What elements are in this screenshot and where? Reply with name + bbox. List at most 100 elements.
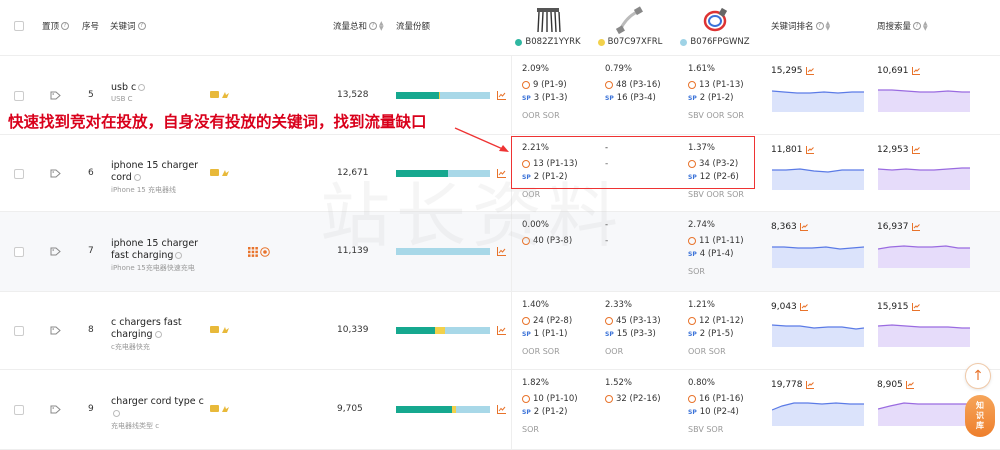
rank-sparkline[interactable] — [772, 396, 864, 426]
trend-chart-icon[interactable] — [497, 405, 506, 414]
weekly-search-sparkline[interactable] — [878, 160, 970, 190]
sp-rank: SP 4 (P1-4) — [688, 249, 744, 259]
keyword-cell[interactable]: iphone 15 charger cord iPhone 15 充电器线 — [111, 160, 206, 195]
asin-column-2[interactable]: B07C97XFRL — [590, 6, 670, 47]
sort-icon[interactable]: ▲ ▼ — [826, 21, 831, 32]
search-icon — [522, 317, 530, 325]
rank-sparkline[interactable] — [772, 160, 864, 190]
tag-icon[interactable] — [50, 326, 61, 335]
table-row[interactable]: 9 charger cord type c 充电器线类型 c 9,705 1.82… — [0, 370, 1000, 450]
search-icon — [688, 237, 696, 245]
trend-chart-icon[interactable] — [799, 303, 808, 311]
keyword-text[interactable]: iphone 15 charger fast charging — [111, 238, 206, 262]
row-checkbox[interactable] — [14, 169, 24, 179]
search-icon — [688, 317, 696, 325]
weekly-search-sparkline[interactable] — [878, 396, 970, 426]
organic-rank-value: 16 (P1-16) — [699, 394, 744, 404]
trend-chart-icon[interactable] — [905, 381, 914, 389]
row-checkbox[interactable] — [14, 326, 24, 336]
weekly-search-number: 8,905 — [877, 380, 903, 390]
tag-icon[interactable] — [50, 169, 61, 178]
weekly-search-sparkline[interactable] — [878, 317, 970, 347]
header-pin[interactable]: 置顶? — [42, 20, 70, 32]
tag-icon[interactable] — [50, 247, 61, 256]
keyword-text[interactable]: iphone 15 charger cord — [111, 160, 206, 184]
keyword-text[interactable]: charger cord type c — [111, 396, 206, 420]
weekly-search-sparkline[interactable] — [878, 82, 970, 112]
help-icon[interactable]: ? — [137, 22, 146, 30]
rank-sparkline[interactable] — [772, 317, 864, 347]
keyword-cell[interactable]: charger cord type c 充电器线类型 c — [111, 396, 206, 431]
search-icon — [605, 395, 613, 403]
rank-sparkline[interactable] — [772, 238, 864, 268]
asin-column-1[interactable]: B082Z1YYRK — [508, 6, 588, 47]
sp-rank-value: 3 (P1-3) — [533, 93, 568, 103]
trend-chart-icon[interactable] — [911, 223, 920, 231]
asin-metrics-cell: 1.21% 12 (P1-12) SP 2 (P1-5) OOR SOR — [688, 300, 744, 356]
knowledge-base-button[interactable]: 知 识 库 — [965, 395, 995, 437]
keyword-value[interactable]: usb c — [111, 82, 136, 93]
folder-icon — [210, 169, 219, 176]
trend-chart-icon[interactable] — [911, 146, 920, 154]
copy-icon[interactable] — [154, 331, 162, 338]
keyword-cell[interactable]: usb c USB C — [111, 82, 206, 103]
row-checkbox[interactable] — [14, 405, 24, 415]
kw-rank-number: 19,778 — [771, 380, 803, 390]
copy-icon[interactable] — [175, 252, 183, 259]
sp-rank-value: 15 (P3-3) — [616, 329, 656, 339]
arrow-up-icon: ↑ — [972, 368, 984, 384]
trend-chart-icon[interactable] — [805, 146, 814, 154]
keyword-cell[interactable]: c chargers fast charging c充电器快充 — [111, 317, 206, 352]
trend-chart-icon[interactable] — [911, 67, 920, 75]
header-weekly-search[interactable]: 周搜索量? ▲ ▼ — [877, 20, 928, 33]
trend-chart-icon[interactable] — [805, 381, 814, 389]
sort-icon[interactable]: ▲ ▼ — [379, 21, 384, 32]
traffic-share-segment — [440, 92, 490, 99]
keyword-text[interactable]: usb c — [111, 82, 206, 94]
keyword-value[interactable]: charger cord type c — [111, 396, 204, 407]
rank-sparkline[interactable] — [772, 82, 864, 112]
row-checkbox[interactable] — [14, 247, 24, 257]
keyword-value[interactable]: c chargers fast charging — [111, 317, 182, 340]
kw-rank-cell: 11,801 — [771, 145, 814, 155]
kb-label-1: 知 — [976, 401, 984, 410]
header-traffic-total[interactable]: 流量总和? ▲ ▼ — [333, 20, 384, 33]
keyword-value[interactable]: iphone 15 charger fast charging — [111, 238, 198, 261]
help-icon[interactable]: ? — [815, 22, 824, 30]
weekly-search-sparkline[interactable] — [878, 238, 970, 268]
product-image-red-cable — [703, 7, 728, 32]
sp-rank: SP 3 (P1-3) — [522, 93, 567, 103]
sp-rank-value: 16 (P3-4) — [616, 93, 656, 103]
asin-column-3[interactable]: B076FPGWNZ — [675, 6, 755, 47]
copy-icon[interactable] — [133, 174, 141, 181]
help-icon[interactable]: ? — [913, 22, 922, 30]
header-traffic-share-label: 流量份额 — [396, 22, 431, 32]
back-to-top-button[interactable]: ↑ — [965, 363, 991, 389]
help-icon[interactable]: ? — [61, 22, 70, 30]
organic-rank-value: 10 (P1-10) — [533, 394, 578, 404]
keyword-value[interactable]: iphone 15 charger cord — [111, 160, 198, 183]
weekly-search-cell: 12,953 — [877, 145, 920, 155]
copy-icon[interactable] — [113, 410, 120, 417]
weekly-search-cell: 16,937 — [877, 222, 920, 232]
tag-icon[interactable] — [50, 405, 61, 414]
table-row[interactable]: 8 c chargers fast charging c充电器快充 10,339… — [0, 292, 1000, 370]
trend-chart-icon[interactable] — [805, 67, 814, 75]
sort-icon[interactable]: ▲ ▼ — [923, 21, 928, 32]
asin-code-text: B082Z1YYRK — [525, 37, 581, 47]
asin-metrics-cell: 2.33% 45 (P3-13) SP 15 (P3-3) OOR — [605, 300, 661, 356]
trend-chart-icon[interactable] — [799, 223, 808, 231]
header-kw-rank[interactable]: 关键词排名? ▲ ▼ — [771, 20, 831, 33]
tag-icon[interactable] — [50, 91, 61, 100]
copy-icon[interactable] — [138, 84, 146, 91]
keyword-text[interactable]: c chargers fast charging — [111, 317, 206, 341]
trend-chart-icon[interactable] — [911, 303, 920, 311]
table-header: 置顶? 序号 关键词? 流量总和? ▲ ▼ 流量份额 B082Z1YYRK B0… — [0, 0, 1000, 56]
badge-circle-icon — [260, 247, 270, 257]
keyword-cell[interactable]: iphone 15 charger fast charging iPhone 1… — [111, 238, 206, 273]
trend-chart-icon[interactable] — [497, 91, 506, 100]
row-checkbox[interactable] — [14, 91, 24, 101]
select-all-checkbox[interactable] — [14, 21, 24, 31]
trend-chart-icon[interactable] — [497, 326, 506, 335]
help-icon[interactable]: ? — [369, 22, 378, 30]
